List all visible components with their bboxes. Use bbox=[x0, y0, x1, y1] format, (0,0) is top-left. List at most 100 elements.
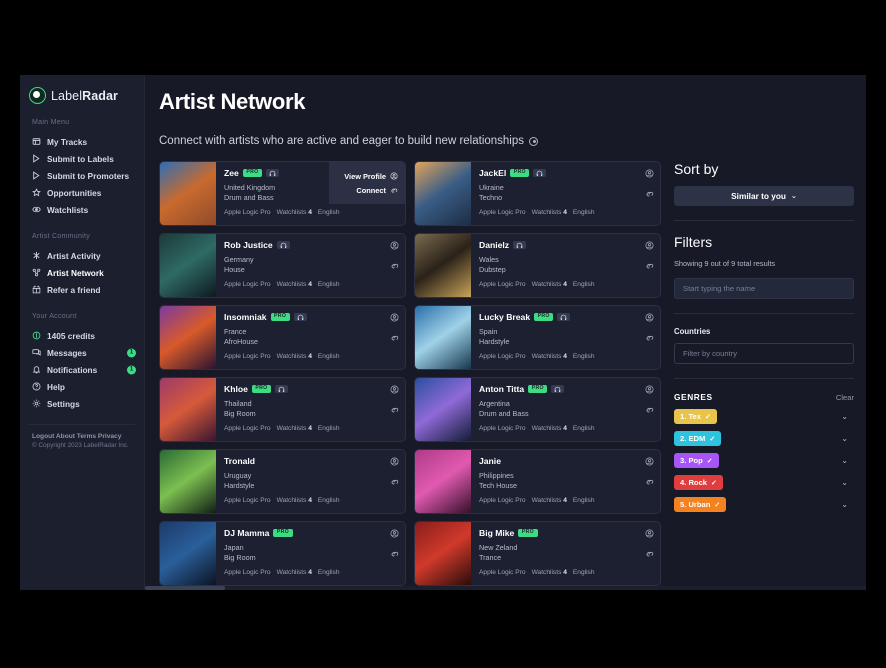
artist-card[interactable]: Khloe PRO Thailand Big Room Apple Logic Pro W… bbox=[159, 377, 406, 442]
link-icon[interactable] bbox=[390, 333, 399, 342]
chevron-down-icon[interactable]: ⌄ bbox=[841, 412, 854, 421]
genre-row: 5. Urban ✓ ⌄ bbox=[674, 497, 854, 512]
brand-name-bold: Radar bbox=[82, 88, 119, 103]
artist-tags: Apple Logic Pro Watchlists 4 English bbox=[224, 281, 398, 288]
name-filter-input[interactable]: Start typing the name bbox=[674, 278, 854, 299]
profile-circle-icon[interactable] bbox=[645, 313, 654, 322]
sidebar-item-notifications[interactable]: Notifications 1 bbox=[20, 361, 144, 378]
sort-by-select[interactable]: Similar to you ⌄ bbox=[674, 186, 854, 206]
artist-card[interactable]: Insomniak PRO France AfroHouse Apple Logic P… bbox=[159, 305, 406, 370]
artist-card[interactable]: Janie Philippines Tech House Apple Logic Pr… bbox=[414, 449, 661, 514]
chevron-down-icon[interactable]: ⌄ bbox=[841, 434, 854, 443]
sidebar-item-artist-activity[interactable]: Artist Activity bbox=[20, 247, 144, 264]
pro-badge: PRO bbox=[528, 384, 548, 394]
profile-circle-icon[interactable] bbox=[645, 241, 654, 250]
artist-daw: Apple Logic Pro bbox=[479, 425, 526, 433]
artist-card-body: Insomniak PRO France AfroHouse Apple Logic P… bbox=[216, 306, 405, 369]
profile-circle-icon[interactable] bbox=[645, 529, 654, 538]
artist-location-genre: Philippines Tech House bbox=[479, 471, 653, 491]
artist-card-icons bbox=[390, 241, 399, 270]
sidebar-item-messages[interactable]: Messages 1 bbox=[20, 344, 144, 361]
chevron-down-icon[interactable]: ⌄ bbox=[841, 500, 854, 509]
profile-circle-icon[interactable] bbox=[645, 385, 654, 394]
genres-clear-button[interactable]: Clear bbox=[836, 393, 854, 402]
link-icon[interactable] bbox=[645, 477, 654, 486]
profile-circle-icon[interactable] bbox=[390, 313, 399, 322]
sidebar-item-watchlists[interactable]: Watchlists bbox=[20, 201, 144, 218]
info-icon[interactable] bbox=[529, 136, 539, 146]
link-icon[interactable] bbox=[390, 261, 399, 270]
artist-genre: Tech House bbox=[479, 481, 517, 491]
horizontal-scrollbar[interactable] bbox=[145, 586, 866, 590]
artist-card[interactable]: Lucky Break PRO Spain Hardstyle Apple Logic … bbox=[414, 305, 661, 370]
artist-card-body: Khloe PRO Thailand Big Room Apple Logic Pro W… bbox=[216, 378, 405, 441]
link-icon[interactable] bbox=[645, 189, 654, 198]
country-filter-input[interactable]: Filter by country bbox=[674, 343, 854, 364]
artist-country: Germany bbox=[224, 255, 254, 264]
sidebar-item-submit-to-labels[interactable]: Submit to Labels bbox=[20, 150, 144, 167]
artist-cards-grid: Zee PRO United Kingdom Drum and Bass Apple L… bbox=[159, 161, 661, 586]
artist-card[interactable]: DJ Mamma PRO Japan Big Room Apple Logic Pro W… bbox=[159, 521, 406, 586]
artist-card[interactable]: JackEl PRO Ukraine Techno Apple Logic Pro Wat… bbox=[414, 161, 661, 226]
artist-watchlists: Watchlists 4 bbox=[276, 353, 312, 361]
artist-thumbnail bbox=[160, 522, 216, 585]
artist-genre: Big Room bbox=[224, 553, 256, 563]
sidebar-item-help[interactable]: Help bbox=[20, 378, 144, 395]
sidebar-section-title: Main Menu bbox=[32, 119, 70, 126]
artist-name: Danielz bbox=[479, 240, 510, 250]
sidebar-item-1405-credits[interactable]: 1405 credits bbox=[20, 327, 144, 344]
profile-circle-icon[interactable] bbox=[390, 529, 399, 538]
artist-card[interactable]: Big Mike PRO New Zeland Trance Apple Logic P… bbox=[414, 521, 661, 586]
artist-daw: Apple Logic Pro bbox=[479, 281, 526, 289]
panel-divider-1 bbox=[674, 220, 854, 221]
artist-card[interactable]: Tronald Uruguay Hardstyle Apple Logic Pro Wa… bbox=[159, 449, 406, 514]
link-icon[interactable] bbox=[645, 261, 654, 270]
footer-links[interactable]: Logout About Terms Privacy bbox=[32, 433, 144, 440]
sidebar-item-artist-network[interactable]: Artist Network bbox=[20, 264, 144, 281]
artist-location-genre: Wales Dubstep bbox=[479, 255, 653, 275]
artist-daw: Apple Logic Pro bbox=[479, 569, 526, 577]
artist-language: English bbox=[317, 425, 340, 433]
artist-tags: Apple Logic Pro Watchlists 4 English bbox=[479, 497, 653, 504]
sidebar-item-my-tracks[interactable]: My Tracks bbox=[20, 133, 144, 150]
link-icon[interactable] bbox=[390, 477, 399, 486]
artist-card[interactable]: Anton Titta PRO Argentina Drum and Bass Appl… bbox=[414, 377, 661, 442]
link-icon[interactable] bbox=[645, 333, 654, 342]
check-icon: ✓ bbox=[709, 435, 716, 443]
profile-circle-icon[interactable] bbox=[390, 385, 399, 394]
artist-name-row: Tronald bbox=[224, 456, 398, 466]
genre-pill[interactable]: 2. EDM ✓ bbox=[674, 431, 722, 446]
profile-circle-icon[interactable] bbox=[645, 169, 654, 178]
artist-tags: Apple Logic Pro Watchlists 4 English bbox=[479, 209, 653, 216]
scrollbar-thumb[interactable] bbox=[145, 586, 225, 590]
genre-pill[interactable]: 1. Tex ✓ bbox=[674, 409, 717, 424]
send-icon bbox=[32, 154, 41, 163]
artist-country: New Zeland bbox=[479, 543, 518, 552]
connect-button[interactable]: Connect bbox=[329, 186, 398, 195]
chevron-down-icon[interactable]: ⌄ bbox=[841, 478, 854, 487]
sidebar-item-submit-to-promoters[interactable]: Submit to Promoters bbox=[20, 167, 144, 184]
artist-genre: Dubstep bbox=[479, 265, 506, 275]
link-icon[interactable] bbox=[645, 549, 654, 558]
artist-card[interactable]: Rob Justice Germany House Apple Logic Pro Wa… bbox=[159, 233, 406, 298]
view-profile-button[interactable]: View Profile bbox=[329, 172, 398, 181]
genre-pill[interactable]: 4. Rock ✓ bbox=[674, 475, 723, 490]
sidebar-item-settings[interactable]: Settings bbox=[20, 395, 144, 412]
chevron-down-icon[interactable]: ⌄ bbox=[841, 456, 854, 465]
brand-logo[interactable]: LabelRadar bbox=[20, 83, 144, 104]
sidebar-item-opportunities[interactable]: Opportunities bbox=[20, 184, 144, 201]
artist-card-body: DJ Mamma PRO Japan Big Room Apple Logic Pro W… bbox=[216, 522, 405, 585]
sidebar-item-refer-a-friend[interactable]: Refer a friend bbox=[20, 281, 144, 298]
genre-pill[interactable]: 3. Pop ✓ bbox=[674, 453, 719, 468]
link-icon[interactable] bbox=[390, 405, 399, 414]
profile-circle-icon[interactable] bbox=[390, 241, 399, 250]
genre-pill[interactable]: 5. Urban ✓ bbox=[674, 497, 727, 512]
link-icon[interactable] bbox=[390, 549, 399, 558]
artist-language: English bbox=[317, 209, 340, 217]
profile-circle-icon[interactable] bbox=[390, 457, 399, 466]
profile-circle-icon[interactable] bbox=[645, 457, 654, 466]
link-icon[interactable] bbox=[645, 405, 654, 414]
artist-card[interactable]: Zee PRO United Kingdom Drum and Bass Apple L… bbox=[159, 161, 406, 226]
genre-row: 2. EDM ✓ ⌄ bbox=[674, 431, 854, 446]
artist-card[interactable]: Danielz Wales Dubstep Apple Logic Pro Watchl… bbox=[414, 233, 661, 298]
